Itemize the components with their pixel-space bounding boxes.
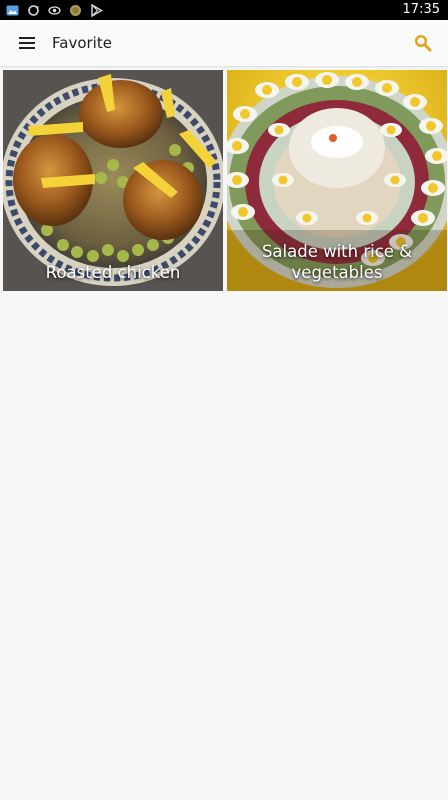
toolbar: Favorite	[0, 20, 448, 66]
eye-icon	[48, 5, 61, 15]
gallery-icon	[6, 5, 19, 15]
status-bar: 17:35	[0, 0, 448, 20]
hamburger-menu-icon	[19, 37, 35, 49]
favorite-card-title: Salade with rice & vegetables	[261, 242, 413, 282]
favorite-card-roasted-chicken[interactable]: Roasted chicken	[3, 70, 223, 291]
sync-icon	[28, 4, 39, 16]
roasted-chicken-photo	[3, 70, 223, 291]
status-time: 17:35	[402, 2, 440, 17]
menu-button[interactable]	[12, 28, 42, 58]
status-icons	[6, 0, 103, 20]
search-icon	[414, 34, 432, 52]
favorite-card-rice-salad[interactable]: Salade with rice & vegetables	[227, 70, 447, 291]
play-store-icon	[91, 3, 103, 17]
page-title: Favorite	[52, 34, 112, 52]
search-button[interactable]	[408, 28, 438, 58]
coin-icon	[70, 4, 81, 16]
favorite-card-title: Roasted chicken	[45, 263, 181, 282]
